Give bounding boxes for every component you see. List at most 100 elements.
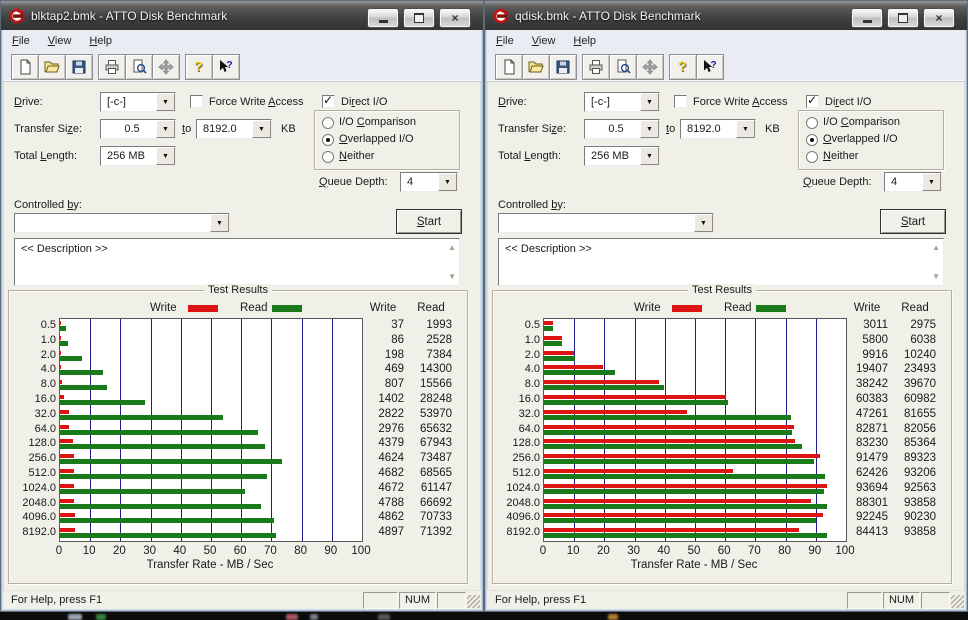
scroll-down-icon[interactable]: ▼ xyxy=(932,272,940,281)
overlapped-io-radio[interactable] xyxy=(322,134,334,146)
total-length-combobox[interactable]: 256 MB ▼ xyxy=(584,146,660,166)
menu-help[interactable]: Help xyxy=(564,32,605,50)
chevron-down-icon[interactable]: ▼ xyxy=(210,214,229,232)
new-file-button[interactable] xyxy=(11,54,39,80)
print-button[interactable] xyxy=(98,54,126,80)
total-length-combobox[interactable]: 256 MB ▼ xyxy=(100,146,176,166)
direct-io-checkbox[interactable]: ✓ xyxy=(322,95,335,108)
chevron-down-icon[interactable]: ▼ xyxy=(156,147,175,165)
transfer-to-combobox[interactable]: 8192.0 ▼ xyxy=(196,119,272,139)
resize-grip[interactable] xyxy=(951,595,964,608)
neither-radio[interactable] xyxy=(806,151,818,163)
save-file-button[interactable] xyxy=(549,54,577,80)
title-bar[interactable]: blktap2.bmk - ATTO Disk Benchmark × xyxy=(1,1,483,30)
read-value: 39670 xyxy=(894,377,936,392)
context-help-button[interactable]: ? xyxy=(696,54,724,80)
start-button[interactable]: Start xyxy=(880,209,946,234)
plot-area xyxy=(59,318,363,542)
pan-move-button[interactable] xyxy=(152,54,180,80)
write-value: 5800 xyxy=(846,333,888,348)
menu-file[interactable]: File xyxy=(3,32,39,50)
drive-combobox[interactable]: [-c-] ▼ xyxy=(100,92,176,112)
io-comparison-radio[interactable] xyxy=(806,117,818,129)
x-tick-label: 80 xyxy=(294,545,307,557)
scroll-up-icon[interactable]: ▲ xyxy=(448,243,456,252)
queue-depth-combobox[interactable]: 4 ▼ xyxy=(400,172,458,192)
chevron-down-icon[interactable]: ▼ xyxy=(156,120,175,138)
force-write-access-checkbox[interactable] xyxy=(190,95,203,108)
controlled-by-combobox[interactable]: ▼ xyxy=(498,213,714,233)
read-value: 53970 xyxy=(410,407,452,422)
description-box[interactable]: << Description >> ▲ ▼ xyxy=(14,238,460,286)
open-file-button[interactable] xyxy=(38,54,66,80)
queue-depth-combobox[interactable]: 4 ▼ xyxy=(884,172,942,192)
pan-move-button[interactable] xyxy=(636,54,664,80)
y-tick-label: 128.0 xyxy=(492,436,540,451)
io-comparison-radio[interactable] xyxy=(322,117,334,129)
close-button[interactable]: × xyxy=(439,8,471,28)
menu-view[interactable]: View xyxy=(523,32,565,50)
taskbar-icon[interactable] xyxy=(608,614,618,620)
chevron-down-icon[interactable]: ▼ xyxy=(640,120,659,138)
description-box[interactable]: << Description >> ▲ ▼ xyxy=(498,238,944,286)
help-button[interactable]: ?? xyxy=(185,54,213,80)
resize-grip[interactable] xyxy=(467,595,480,608)
direct-io-checkbox[interactable]: ✓ xyxy=(806,95,819,108)
plot-area xyxy=(543,318,847,542)
x-tick-label: 40 xyxy=(173,545,186,557)
chevron-down-icon[interactable]: ▼ xyxy=(640,147,659,165)
open-file-button[interactable] xyxy=(522,54,550,80)
chevron-down-icon[interactable]: ▼ xyxy=(922,173,941,191)
chevron-down-icon[interactable]: ▼ xyxy=(156,93,175,111)
status-panel-1 xyxy=(363,592,398,609)
minimize-button[interactable] xyxy=(851,8,883,28)
x-tick-label: 50 xyxy=(688,545,701,557)
transfer-size-label: Transfer Size: xyxy=(14,123,82,135)
print-preview-button[interactable] xyxy=(609,54,637,80)
transfer-from-combobox[interactable]: 0.5 ▼ xyxy=(584,119,660,139)
start-button[interactable]: Start xyxy=(396,209,462,234)
menu-view[interactable]: View xyxy=(39,32,81,50)
maximize-button[interactable] xyxy=(403,8,435,28)
scroll-up-icon[interactable]: ▲ xyxy=(932,243,940,252)
save-floppy-icon xyxy=(555,59,571,75)
x-tick-label: 100 xyxy=(351,545,370,557)
chevron-down-icon[interactable]: ▼ xyxy=(252,120,271,138)
drive-combobox[interactable]: [-c-] ▼ xyxy=(584,92,660,112)
chevron-down-icon[interactable]: ▼ xyxy=(438,173,457,191)
write-value: 19407 xyxy=(846,362,888,377)
neither-radio[interactable] xyxy=(322,151,334,163)
transfer-to-combobox[interactable]: 8192.0 ▼ xyxy=(680,119,756,139)
chevron-down-icon[interactable]: ▼ xyxy=(640,93,659,111)
taskbar-icon[interactable] xyxy=(68,614,82,620)
close-button[interactable]: × xyxy=(923,8,955,28)
x-tick-label: 70 xyxy=(264,545,277,557)
write-value: 86 xyxy=(362,333,404,348)
write-bar xyxy=(60,380,62,384)
read-value: 10240 xyxy=(894,348,936,363)
menu-help[interactable]: Help xyxy=(80,32,121,50)
taskbar-icon[interactable] xyxy=(286,614,298,620)
maximize-button[interactable] xyxy=(887,8,919,28)
write-value: 37 xyxy=(362,318,404,333)
help-button[interactable]: ?? xyxy=(669,54,697,80)
title-bar[interactable]: qdisk.bmk - ATTO Disk Benchmark × xyxy=(485,1,967,30)
taskbar-icon[interactable] xyxy=(310,614,318,620)
taskbar-icon[interactable] xyxy=(96,614,106,620)
controlled-by-combobox[interactable]: ▼ xyxy=(14,213,230,233)
scroll-down-icon[interactable]: ▼ xyxy=(448,272,456,281)
help-icon: ?? xyxy=(675,59,691,75)
transfer-from-combobox[interactable]: 0.5 ▼ xyxy=(100,119,176,139)
overlapped-io-radio[interactable] xyxy=(806,134,818,146)
menu-file[interactable]: File xyxy=(487,32,523,50)
minimize-button[interactable] xyxy=(367,8,399,28)
chevron-down-icon[interactable]: ▼ xyxy=(736,120,755,138)
print-button[interactable] xyxy=(582,54,610,80)
new-file-button[interactable] xyxy=(495,54,523,80)
chevron-down-icon[interactable]: ▼ xyxy=(694,214,713,232)
taskbar-icon[interactable] xyxy=(378,614,390,620)
force-write-access-checkbox[interactable] xyxy=(674,95,687,108)
print-preview-button[interactable] xyxy=(125,54,153,80)
context-help-button[interactable]: ? xyxy=(212,54,240,80)
save-file-button[interactable] xyxy=(65,54,93,80)
